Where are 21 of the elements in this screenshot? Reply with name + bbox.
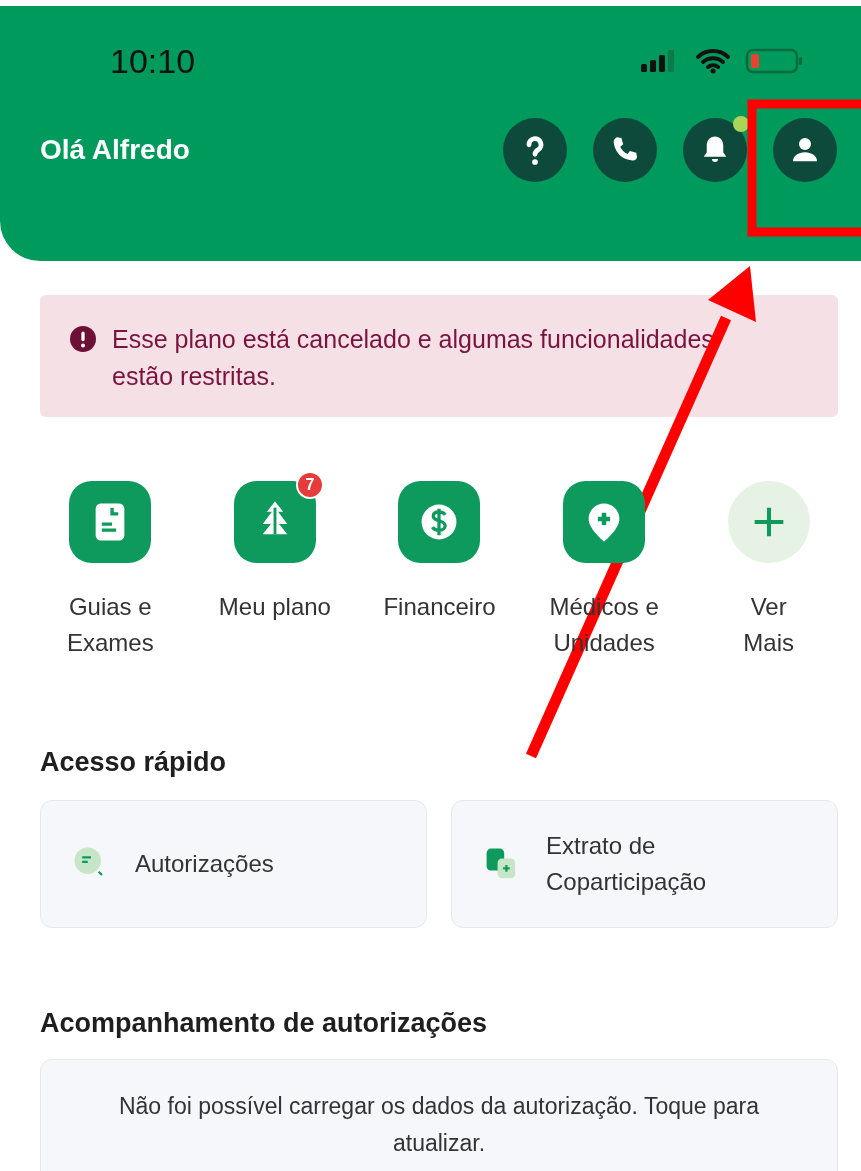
shortcut-button[interactable]: 7 Meu plano — [192, 469, 358, 661]
wifi-icon — [695, 48, 731, 74]
count-badge: 7 — [295, 471, 324, 499]
location-plus-icon — [588, 503, 620, 542]
plus-icon — [752, 505, 786, 539]
message-card[interactable]: Não foi possível carregar os dados da autorização. Toque para atualizar. — [40, 1059, 838, 1171]
dollar-icon — [422, 504, 457, 540]
section-title: Acesso rápido — [40, 747, 228, 778]
quick-access-card[interactable]: Extrato de Coparticipação — [451, 800, 838, 928]
shortcut-button[interactable]: Ver Mais — [686, 469, 851, 661]
greeting: Olá Alfredo — [40, 134, 190, 166]
shortcut-button[interactable]: Financeiro — [357, 469, 522, 661]
alert-text: Esse plano está cancelado e algumas funcionalidades estão restritas. — [112, 324, 715, 392]
error-message: Não foi possível carregar os dados da autorização. Toque para atualizar. — [117, 1092, 761, 1158]
trees-icon — [262, 501, 288, 535]
status-time: 10:10 — [110, 41, 196, 81]
alert-icon — [70, 326, 96, 352]
shortcut-button[interactable]: Guias e Exames — [28, 469, 193, 661]
quick-access-card[interactable]: Autorizações — [40, 800, 427, 928]
battery-icon — [745, 47, 805, 75]
section-title: Acompanhamento de autorizações — [40, 1008, 489, 1039]
